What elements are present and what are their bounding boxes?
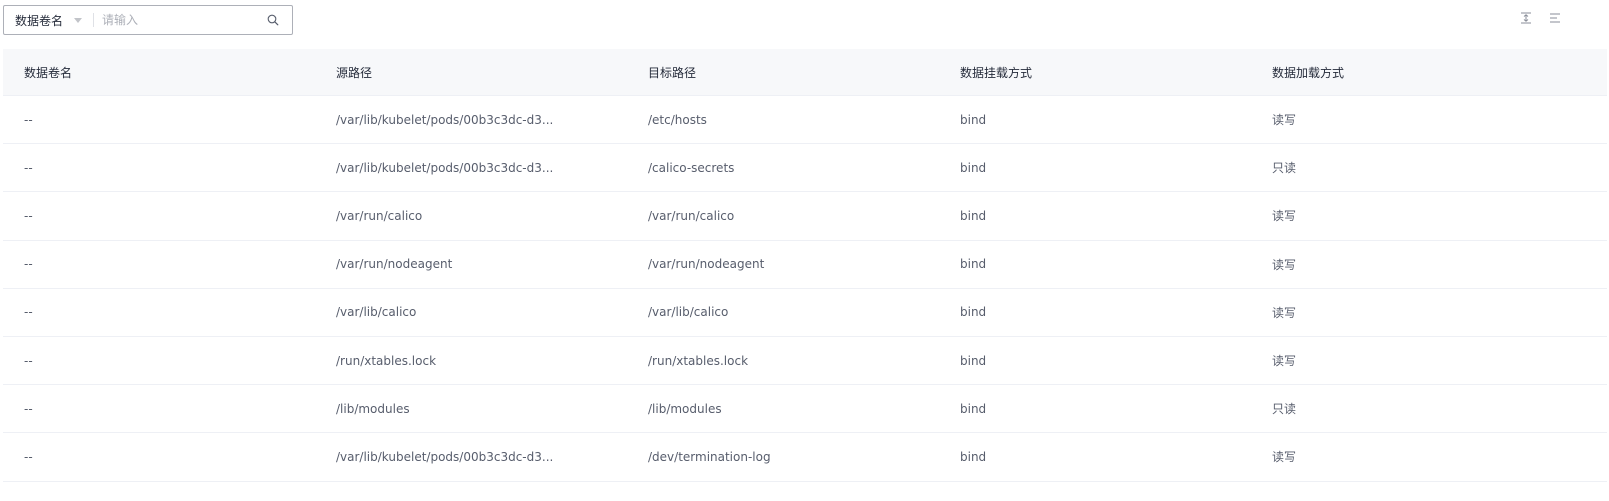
table-row[interactable]: -- /var/lib/kubelet/pods/00b3c3dc-d3... /e… xyxy=(3,96,1607,145)
table-row[interactable]: -- /var/run/calico/var/run/calico bind 读写 xyxy=(3,192,1607,241)
mount-type-cell: bind xyxy=(960,208,987,223)
target-path-cell: /run/xtables.lock xyxy=(648,353,749,368)
volume-name-cell: -- xyxy=(24,160,33,175)
search-filter-label: 数据卷名 xyxy=(15,13,64,28)
chevron-down-icon[interactable] xyxy=(74,18,82,23)
target-path-cell: /lib/modules xyxy=(648,401,722,416)
mount-type-cell: bind xyxy=(960,353,987,368)
table-row[interactable]: -- /run/xtables.lock/run/xtables.lock bind… xyxy=(3,337,1607,386)
source-path-cell: /var/lib/kubelet/pods/00b3c3dc-d3... xyxy=(336,112,554,127)
source-path-cell: /lib/modules xyxy=(336,401,410,416)
volume-name-cell: -- xyxy=(24,305,33,320)
volume-name-cell: -- xyxy=(24,257,33,272)
table-row[interactable]: -- /var/lib/kubelet/pods/00b3c3dc-d3... /c… xyxy=(3,144,1607,193)
mount-type-cell: bind xyxy=(960,160,987,175)
mount-type-cell: bind xyxy=(960,305,987,320)
table-header: 数据卷名 源路径 目标路径 数据挂载方式 数据加载方式 xyxy=(3,49,1607,96)
volume-name-cell: -- xyxy=(24,208,33,223)
load-mode-cell: 读写 xyxy=(1272,113,1297,128)
mount-type-cell: bind xyxy=(960,257,987,272)
volume-name-cell: -- xyxy=(24,401,33,416)
source-path-cell: /var/lib/kubelet/pods/00b3c3dc-d3... xyxy=(336,160,554,175)
source-path-cell: /var/lib/calico xyxy=(336,305,417,320)
column-header-source-path[interactable]: 源路径 xyxy=(336,49,372,95)
search-box: 数据卷名 xyxy=(3,5,293,35)
target-path-cell: /var/run/calico xyxy=(648,208,735,223)
load-mode-cell: 读写 xyxy=(1272,257,1297,272)
target-path-cell: /dev/termination-log xyxy=(648,449,771,464)
load-mode-cell: 读写 xyxy=(1272,450,1297,465)
target-path-cell: /var/lib/calico xyxy=(648,305,729,320)
column-header-load-mode[interactable]: 数据加载方式 xyxy=(1272,49,1344,95)
volume-name-cell: -- xyxy=(24,449,33,464)
load-mode-cell: 读写 xyxy=(1272,305,1297,320)
search-icon[interactable] xyxy=(267,14,279,26)
search-divider xyxy=(93,13,94,27)
column-header-mount-type[interactable]: 数据挂载方式 xyxy=(960,49,1032,95)
column-settings-icon[interactable] xyxy=(1547,10,1563,26)
target-path-cell: /var/run/nodeagent xyxy=(648,257,765,272)
source-path-cell: /var/run/calico xyxy=(336,208,423,223)
load-mode-cell: 读写 xyxy=(1272,354,1297,369)
target-path-cell: /calico-secrets xyxy=(648,160,735,175)
table-row[interactable]: -- /var/lib/kubelet/pods/00b3c3dc-d3... /d… xyxy=(3,433,1607,482)
volume-name-cell: -- xyxy=(24,353,33,368)
volume-name-cell: -- xyxy=(24,112,33,127)
mount-type-cell: bind xyxy=(960,401,987,416)
expand-collapse-icon[interactable] xyxy=(1518,10,1534,26)
search-input[interactable] xyxy=(102,7,262,33)
source-path-cell: /var/lib/kubelet/pods/00b3c3dc-d3... xyxy=(336,449,554,464)
column-header-volume-name[interactable]: 数据卷名 xyxy=(24,49,72,95)
load-mode-cell: 只读 xyxy=(1272,402,1297,417)
source-path-cell: /var/run/nodeagent xyxy=(336,257,453,272)
column-header-target-path[interactable]: 目标路径 xyxy=(648,49,696,95)
load-mode-cell: 读写 xyxy=(1272,209,1297,224)
mount-type-cell: bind xyxy=(960,112,987,127)
toolbar: 数据卷名 xyxy=(0,0,1609,44)
load-mode-cell: 只读 xyxy=(1272,161,1297,176)
mount-type-cell: bind xyxy=(960,449,987,464)
table-body: -- /var/lib/kubelet/pods/00b3c3dc-d3... /e… xyxy=(3,96,1607,482)
table-row[interactable]: -- /var/lib/calico/var/lib/calico bind 读写 xyxy=(3,289,1607,337)
source-path-cell: /run/xtables.lock xyxy=(336,353,437,368)
target-path-cell: /etc/hosts xyxy=(648,112,707,127)
volume-table: 数据卷名 源路径 目标路径 数据挂载方式 数据加载方式 -- /var/lib/k… xyxy=(3,49,1607,482)
table-row[interactable]: -- /lib/modules/lib/modules bind 只读 xyxy=(3,385,1607,434)
table-row[interactable]: -- /var/run/nodeagent/var/run/nodeagent bi… xyxy=(3,241,1607,289)
